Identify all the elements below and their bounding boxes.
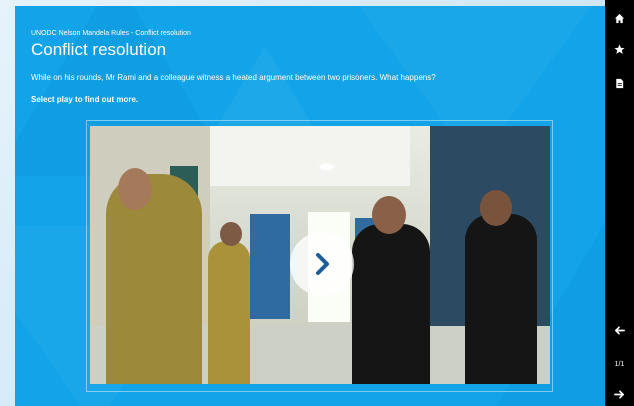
chevron-right-icon — [316, 253, 329, 275]
prisoner-figure — [208, 241, 250, 384]
prisoner-head — [220, 222, 242, 246]
scene-door — [250, 214, 290, 319]
page-counter: 1/1 — [614, 361, 625, 368]
star-icon — [614, 43, 625, 54]
officer-figure — [465, 214, 537, 384]
page-title: Conflict resolution — [31, 40, 167, 59]
breadcrumb: UNODC Nelson Mandela Rules - Conflict re… — [31, 30, 191, 37]
next-button[interactable] — [605, 383, 634, 405]
officer-head — [480, 190, 512, 226]
prisoner-figure — [106, 174, 202, 384]
officer-figure — [352, 224, 430, 384]
arrow-left-icon — [615, 325, 625, 335]
play-instruction: Select play to find out more. — [31, 95, 139, 104]
scenario-description: While on his rounds, Mr Rami and a colle… — [31, 73, 436, 82]
prisoner-head — [118, 168, 152, 210]
navigation-toolbar: 1/1 — [605, 0, 634, 406]
home-button[interactable] — [605, 7, 634, 29]
document-button[interactable] — [605, 72, 634, 94]
arrow-right-icon — [614, 389, 624, 399]
document-icon — [616, 78, 624, 88]
officer-head — [372, 196, 406, 234]
back-button[interactable] — [605, 319, 634, 341]
scene-light — [320, 164, 334, 170]
play-button[interactable] — [290, 232, 354, 296]
home-icon — [614, 13, 625, 23]
scene-ceiling — [210, 126, 410, 186]
bookmark-button[interactable] — [605, 38, 634, 60]
